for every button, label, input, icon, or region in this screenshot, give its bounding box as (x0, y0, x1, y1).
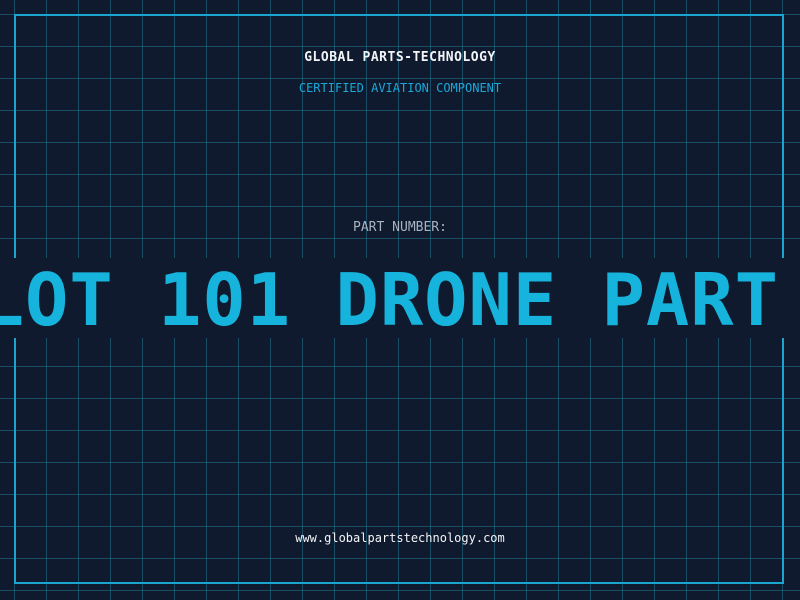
part-number-label: PART NUMBER: (353, 220, 447, 235)
website-url: www.globalpartstechnology.com (295, 531, 505, 545)
certification-tagline: CERTIFIED AVIATION COMPONENT (298, 81, 502, 95)
part-number-value: PILOT 101 DRONE PART (0, 258, 779, 338)
part-number-band: PILOT 101 DRONE PART (0, 258, 800, 338)
certificate-card: GLOBAL PARTS-TECHNOLOGY CERTIFIED AVIATI… (0, 0, 800, 600)
company-name: GLOBAL PARTS-TECHNOLOGY (304, 50, 496, 65)
